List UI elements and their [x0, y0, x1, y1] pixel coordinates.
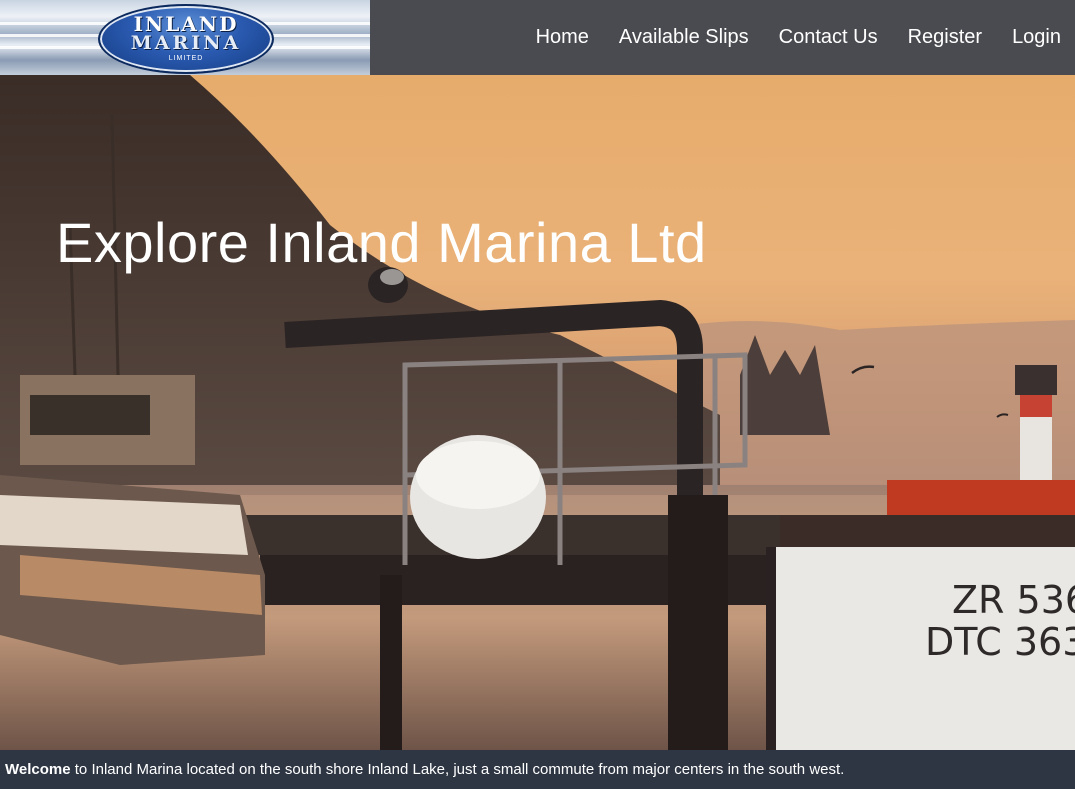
boat-registration-line2: DTC 363: [925, 620, 1075, 664]
nav-item-register: Register: [908, 26, 982, 49]
nav-link-contact-us[interactable]: Contact Us: [779, 26, 878, 49]
logo-oval-emblem: INLAND MARINA LIMITED: [98, 4, 274, 74]
hero-section: ZR 536 DTC 363 Explore Inland Marina Ltd: [0, 75, 1075, 750]
nav-item-login: Login: [1012, 26, 1061, 49]
nav-item-contact-us: Contact Us: [779, 26, 878, 49]
logo-text-line3: LIMITED: [168, 55, 204, 62]
nav-link-register[interactable]: Register: [908, 26, 982, 49]
nav-item-available-slips: Available Slips: [619, 26, 749, 49]
nav-link-available-slips[interactable]: Available Slips: [619, 26, 749, 49]
main-nav: Home Available Slips Contact Us Register…: [536, 0, 1061, 75]
boat-registration-line1: ZR 536: [952, 578, 1075, 622]
inland-marina-logo[interactable]: INLAND MARINA LIMITED: [0, 0, 370, 75]
welcome-text: to Inland Marina located on the south sh…: [70, 761, 845, 778]
nav-item-home: Home: [536, 26, 589, 49]
welcome-banner: Welcome to Inland Marina located on the …: [0, 750, 1075, 789]
hero-background-image: ZR 536 DTC 363: [0, 75, 1075, 750]
nav-link-home[interactable]: Home: [536, 26, 589, 49]
top-navbar: INLAND MARINA LIMITED Home Available Sli…: [0, 0, 1075, 75]
logo-text-line2: MARINA: [130, 32, 242, 54]
hero-title: Explore Inland Marina Ltd: [56, 211, 707, 274]
nav-link-login[interactable]: Login: [1012, 26, 1061, 49]
welcome-bold-text: Welcome: [5, 761, 71, 778]
